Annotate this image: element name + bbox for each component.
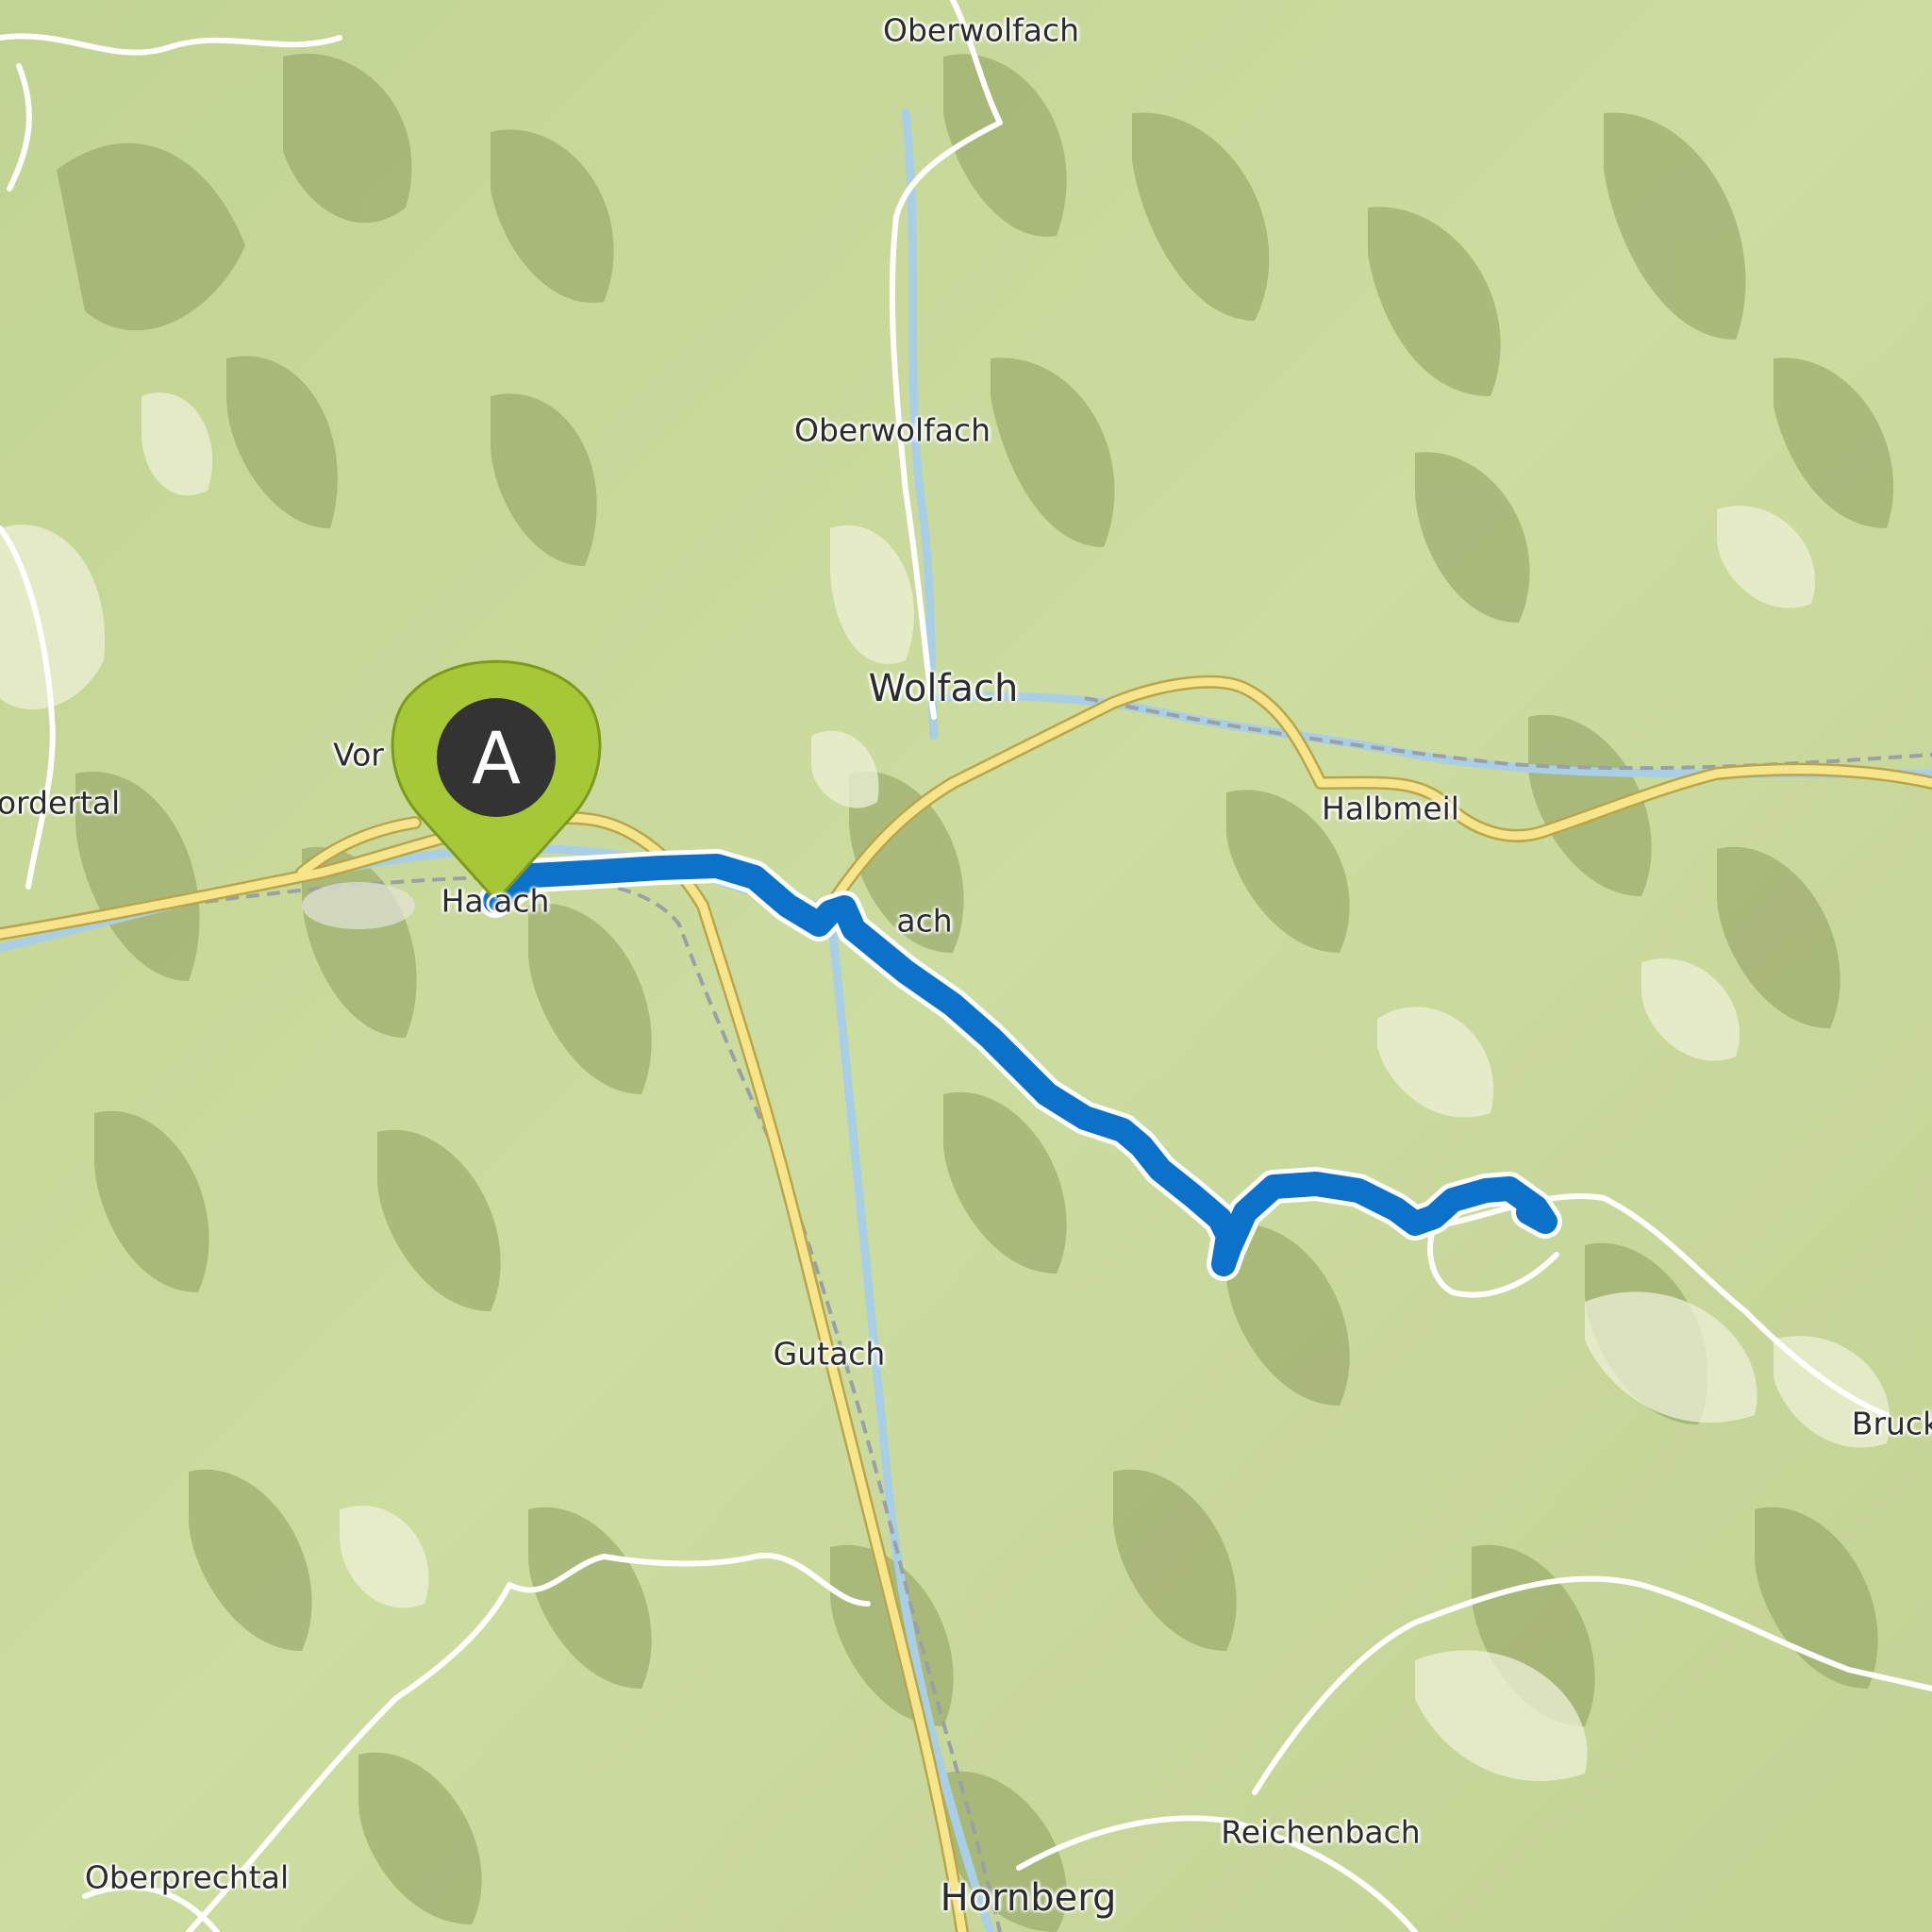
label-vor: Vor	[333, 736, 384, 774]
label-bruck: Bruck	[1851, 1405, 1932, 1442]
town-area	[302, 882, 415, 929]
label-oberwolfach-north: Oberwolfach	[882, 11, 1080, 49]
marker-letter: A	[472, 715, 521, 800]
label-vordertal: ordertal	[0, 784, 121, 822]
label-oberwolfach: Oberwolfach	[793, 411, 991, 449]
label-oberprechtal: Oberprechtal	[84, 1858, 290, 1896]
label-gutach-bach: ach	[896, 902, 953, 940]
label-wolfach: Wolfach	[868, 667, 1019, 710]
label-reichenbach: Reichenbach	[1221, 1813, 1421, 1851]
label-hausach: Ha ach	[441, 882, 550, 920]
map-view[interactable]: Oberwolfach Oberwolfach Wolfach Halbmeil…	[0, 0, 1932, 1932]
label-hornberg: Hornberg	[940, 1876, 1117, 1920]
label-halbmeil: Halbmeil	[1322, 790, 1459, 827]
map-terrain	[0, 0, 1932, 1932]
label-gutach: Gutach	[773, 1335, 886, 1373]
